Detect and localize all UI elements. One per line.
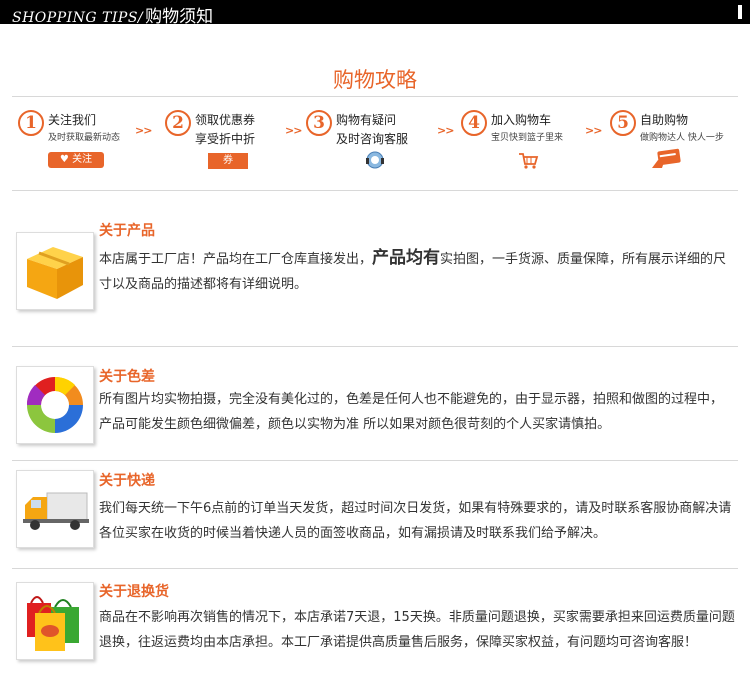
section-text: 商品在不影响再次销售的情况下，本店承诺7天退，15天换。非质量问题退换，买家需要… <box>99 610 735 650</box>
shopping-bags-icon <box>27 596 79 651</box>
follow-button[interactable]: ♥ 关注 <box>48 152 104 168</box>
cart-icon[interactable] <box>517 151 539 171</box>
arrow-separator: >> <box>437 124 454 137</box>
header-bar: SHOPPING TIPS/ 购物须知 <box>0 0 750 27</box>
page-title: SHOPPING TIPS/ 购物须知 <box>12 2 213 27</box>
section-title: 关于色差 <box>99 369 155 385</box>
box-icon <box>27 247 83 299</box>
step-number: 5 <box>610 110 636 136</box>
step-subtitle: 做购物达人 快人一步 <box>640 133 724 143</box>
card-payment-icon[interactable] <box>650 148 682 170</box>
divider <box>12 346 738 347</box>
color-wheel-icon <box>26 376 83 433</box>
color-thumb <box>16 366 94 444</box>
returns-thumb <box>16 582 94 660</box>
step-title: 购物有疑问 <box>336 113 397 127</box>
step-title: 自助购物 <box>640 113 689 127</box>
section-title: 关于产品 <box>99 223 155 239</box>
product-thumb <box>16 232 94 310</box>
step-title: 关注我们 <box>48 113 97 127</box>
follow-button-label: 关注 <box>72 154 93 165</box>
section-text: 我们每天统一下午6点前的订单当天发货，超过时间次日发货，如果有特殊要求的，请及时… <box>99 501 732 541</box>
divider <box>12 460 738 461</box>
arrow-separator: >> <box>135 124 152 137</box>
truck-icon <box>23 492 89 530</box>
heart-icon: ♥ <box>59 154 69 165</box>
step-number: 4 <box>461 110 487 136</box>
step-title: 领取优惠券 <box>195 113 256 127</box>
arrow-separator: >> <box>285 124 302 137</box>
divider <box>12 190 738 191</box>
coupon-button[interactable]: 券 <box>208 153 248 169</box>
step-subtitle: 宝贝快到篮子里来 <box>491 133 564 143</box>
arrow-separator: >> <box>585 124 602 137</box>
title-en: SHOPPING TIPS/ <box>12 10 144 26</box>
step-subtitle: 及时获取最新动态 <box>48 133 121 143</box>
section-title: 关于退换货 <box>99 584 169 600</box>
step-number: 3 <box>306 110 332 136</box>
step-number: 1 <box>18 110 44 136</box>
header-mark <box>738 5 742 19</box>
title-zh: 购物须知 <box>145 7 214 27</box>
section-title: 关于快递 <box>99 473 155 489</box>
text-part: 本店属于工厂店！产品均在工厂仓库直接发出， <box>99 252 373 267</box>
step-number: 2 <box>165 110 191 136</box>
section-text: 所有图片均实物拍摄，完全没有美化过的，色差是任何人也不能避免的，由于显示器，拍照… <box>99 392 724 432</box>
text-highlight: 产品均有 <box>372 248 441 268</box>
section-text: 本店属于工厂店！产品均在工厂仓库直接发出，产品均有实拍图，一手货源、质量保障，所… <box>99 246 735 297</box>
divider <box>12 96 738 97</box>
step-subtitle: 及时咨询客服 <box>336 132 409 146</box>
customer-service-icon[interactable] <box>364 150 386 170</box>
guide-title: 购物攻略 <box>333 68 417 92</box>
step-subtitle: 享受折中折 <box>195 132 256 146</box>
delivery-thumb <box>16 470 94 548</box>
divider <box>12 568 738 569</box>
step-title: 加入购物车 <box>491 113 552 127</box>
